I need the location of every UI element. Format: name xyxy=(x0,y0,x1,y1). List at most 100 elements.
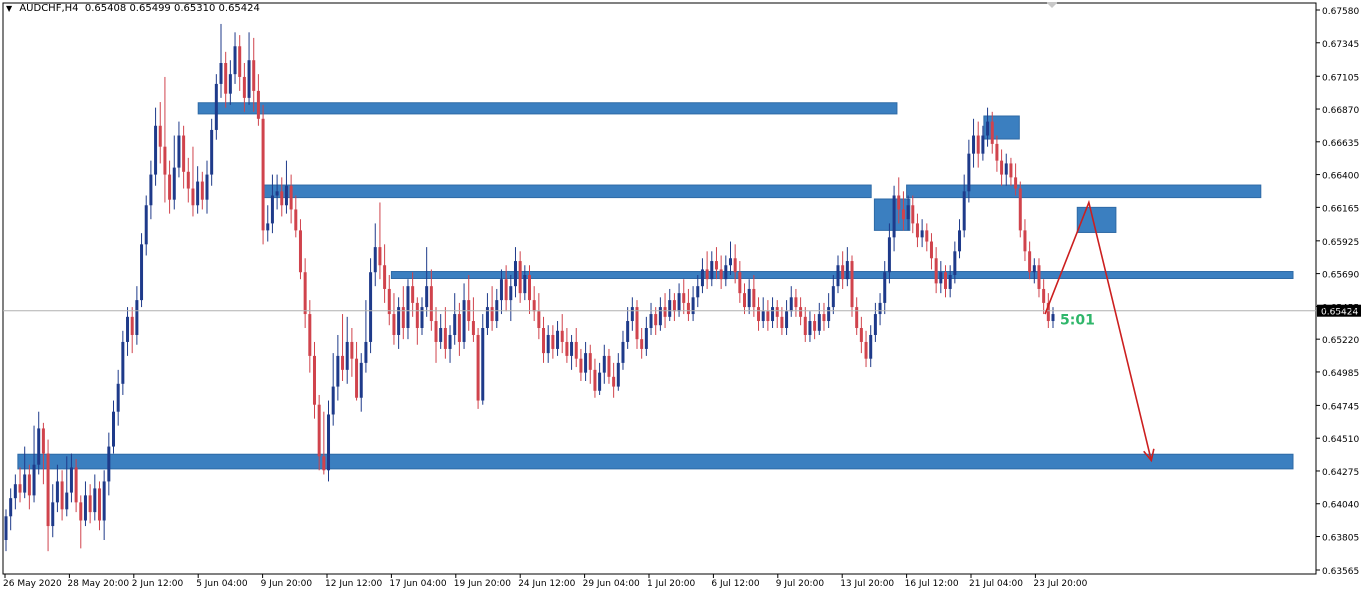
candle-body xyxy=(18,484,22,493)
candle-body xyxy=(308,314,312,356)
y-tick-label: 0.64745 xyxy=(1322,402,1359,412)
y-tick-label: 0.65690 xyxy=(1322,271,1359,281)
x-tick-label: 26 May 2020 xyxy=(3,579,62,589)
candle-body xyxy=(518,261,522,294)
candle-body xyxy=(434,321,438,342)
candle-body xyxy=(990,121,994,144)
symbol-header: ▼ AUDCHF,H4 0.65408 0.65499 0.65310 0.65… xyxy=(6,3,260,14)
candle-body xyxy=(37,428,41,465)
y-tick-label: 0.67580 xyxy=(1322,7,1359,17)
candle-body xyxy=(1014,177,1018,189)
candle-body xyxy=(233,46,237,75)
candle-body xyxy=(200,181,204,200)
candle-body xyxy=(116,383,120,412)
candle-body xyxy=(677,293,681,312)
candle-body xyxy=(714,261,718,270)
candle-body xyxy=(864,341,868,359)
candle-body xyxy=(481,328,485,401)
candle-body xyxy=(574,341,578,359)
candle-body xyxy=(65,492,69,510)
candle-body xyxy=(369,272,373,342)
candle-body xyxy=(934,258,938,284)
candle-body xyxy=(168,174,172,200)
candle-body xyxy=(967,153,971,192)
candle-body xyxy=(584,353,588,373)
candle-body xyxy=(523,275,527,294)
candle-body xyxy=(252,60,256,91)
candle-body xyxy=(943,272,947,289)
candle-body xyxy=(981,135,985,154)
candle-body xyxy=(682,293,686,303)
candle-body xyxy=(546,334,550,354)
x-tick-label: 21 Jul 04:00 xyxy=(969,579,1023,589)
candle-body xyxy=(588,353,592,370)
chart-canvas: 0.654245:01 0.675800.673450.671050.66870… xyxy=(2,2,1361,589)
candle-body xyxy=(126,316,130,342)
x-tick-label: 19 Jun 20:00 xyxy=(454,579,511,589)
candle-body xyxy=(392,314,396,335)
candle-body xyxy=(471,321,475,335)
candle-body xyxy=(364,341,368,363)
candle-body xyxy=(598,372,602,391)
candle-body xyxy=(135,300,139,335)
candle-body xyxy=(616,362,620,387)
candle-body xyxy=(668,300,672,317)
candle-body xyxy=(906,205,910,220)
x-tick-label: 23 Jul 20:00 xyxy=(1033,579,1087,589)
x-tick-label: 13 Jul 20:00 xyxy=(840,579,894,589)
candle-body xyxy=(256,90,260,119)
candle-body xyxy=(509,286,513,301)
y-tick-label: 0.66635 xyxy=(1322,139,1359,149)
candle-body xyxy=(88,495,92,513)
candle-body xyxy=(887,237,891,273)
bar-timer-label: 5:01 xyxy=(1060,313,1095,329)
candle-body xyxy=(32,464,36,496)
candle-body xyxy=(23,474,27,493)
candle-body xyxy=(1018,188,1022,231)
candle-body xyxy=(700,269,704,287)
support-resistance-zone xyxy=(197,102,898,115)
support-resistance-zone xyxy=(906,184,1262,199)
candle-body xyxy=(182,135,186,172)
y-tick-label: 0.66165 xyxy=(1322,204,1359,214)
candle-body xyxy=(1004,163,1008,175)
candle-body xyxy=(83,495,87,521)
candle-body xyxy=(962,191,966,231)
candle-body xyxy=(593,369,597,391)
candle-body xyxy=(27,474,31,496)
candle-body xyxy=(532,300,536,312)
x-tick-label: 17 Jun 04:00 xyxy=(389,579,446,589)
x-tick-label: 29 Jun 04:00 xyxy=(583,579,640,589)
candle-body xyxy=(462,300,466,342)
y-tick-label: 0.63805 xyxy=(1322,534,1359,544)
candle-body xyxy=(504,279,508,301)
candle-body xyxy=(841,265,845,280)
candle-body xyxy=(490,307,494,322)
candle-body xyxy=(696,286,700,298)
candle-body xyxy=(570,341,574,356)
candle-body xyxy=(298,230,302,273)
candle-body xyxy=(953,251,957,276)
candle-body xyxy=(9,498,13,517)
candle-body xyxy=(242,76,246,98)
candle-body xyxy=(107,446,111,482)
candle-body xyxy=(224,63,228,94)
candle-body xyxy=(780,316,784,329)
candle-body xyxy=(785,311,789,329)
candle-body xyxy=(51,502,55,527)
candle-body xyxy=(327,414,331,471)
shift-marker-icon xyxy=(1046,2,1058,8)
candle-body xyxy=(158,125,162,147)
dropdown-triangle-icon[interactable]: ▼ xyxy=(6,4,12,13)
high-value: 0.65499 xyxy=(129,3,171,14)
x-tick-label: 9 Jun 20:00 xyxy=(261,579,313,589)
candle-body xyxy=(247,60,251,98)
candle-body xyxy=(607,355,611,377)
candle-body xyxy=(275,191,279,196)
candle-body xyxy=(995,143,999,161)
y-axis: 0.67580 0.67345 0.67105 0.66870 0.66635 0.664… xyxy=(1316,7,1359,577)
candle-body xyxy=(97,488,101,521)
candle-body xyxy=(939,272,943,284)
candle-body xyxy=(733,258,737,273)
candle-body xyxy=(186,171,190,189)
